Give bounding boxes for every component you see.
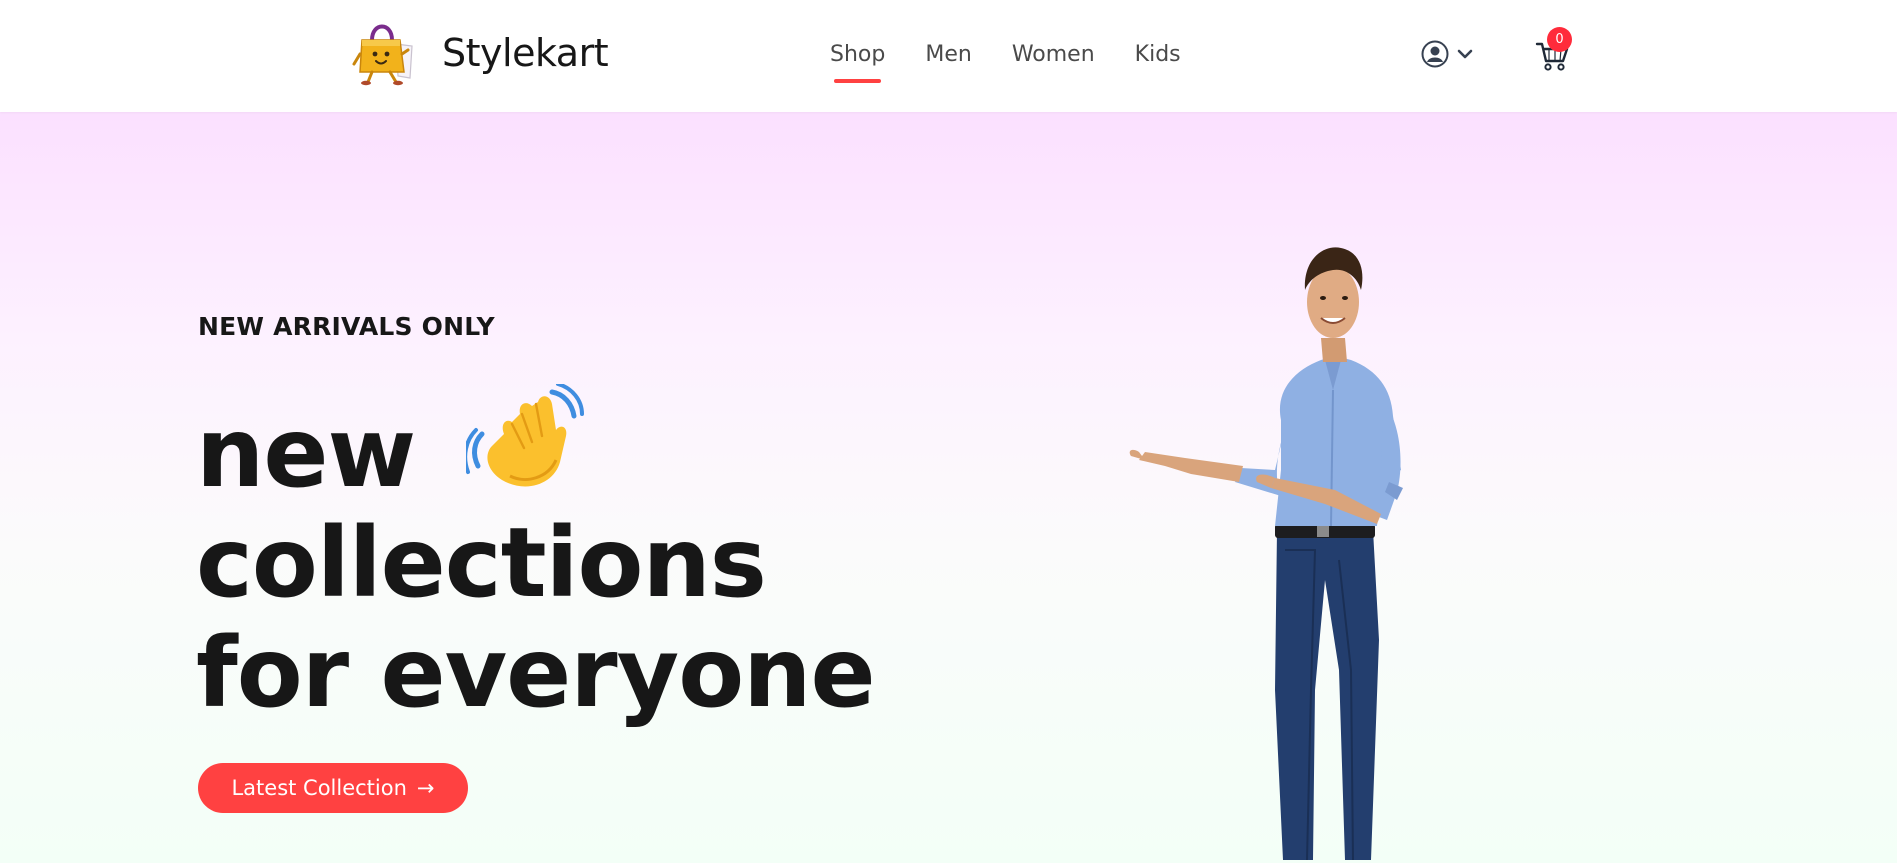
user-menu-button[interactable] <box>1421 40 1473 68</box>
hero-headline: new collections for everyone <box>196 384 876 729</box>
nav-item-women[interactable]: Women <box>1012 40 1095 70</box>
brand-link[interactable]: Stylekart <box>352 20 609 86</box>
shopping-bag-mascot-icon <box>352 24 413 86</box>
nav-item-kids[interactable]: Kids <box>1135 40 1181 70</box>
headline-line-1: new <box>196 384 875 508</box>
headline-line-2: collections <box>196 507 767 619</box>
hero-section: NEW ARRIVALS ONLY new collections for ev… <box>0 112 1897 863</box>
main-nav: Shop Men Women Kids <box>830 40 1181 83</box>
user-circle-icon <box>1421 40 1449 68</box>
waving-hand-icon <box>465 384 584 487</box>
chevron-down-icon <box>1457 49 1473 59</box>
nav-item-label: Shop <box>830 42 886 67</box>
cta-label: Latest Collection <box>231 776 407 800</box>
site-header: Stylekart Shop Men Women Kids 0 <box>0 0 1897 112</box>
active-nav-indicator <box>834 79 882 83</box>
headline-text: new <box>196 397 416 509</box>
arrow-right-icon: → <box>416 776 435 800</box>
hero-eyebrow: NEW ARRIVALS ONLY <box>198 312 495 341</box>
brand-name: Stylekart <box>442 31 609 75</box>
nav-item-men[interactable]: Men <box>925 40 971 70</box>
nav-item-label: Men <box>925 42 972 67</box>
hero-model-image <box>1129 247 1403 861</box>
nav-item-shop[interactable]: Shop <box>830 40 886 83</box>
nav-item-label: Women <box>1011 42 1095 67</box>
cart-count-badge: 0 <box>1547 27 1572 52</box>
nav-item-label: Kids <box>1134 42 1181 67</box>
latest-collection-button[interactable]: Latest Collection → <box>198 763 468 813</box>
headline-line-3: for everyone <box>196 617 876 729</box>
